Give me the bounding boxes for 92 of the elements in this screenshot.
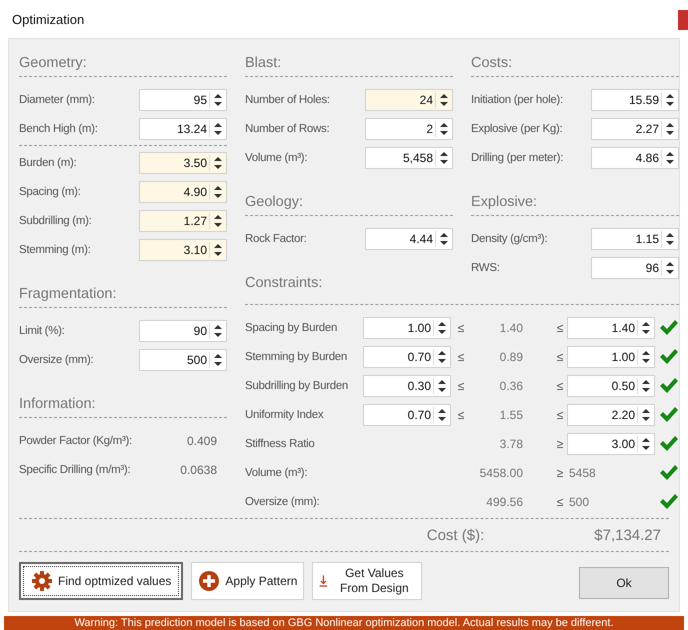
warning-bar: Warning: This prediction model is based on GBG Nonlinear optimization model. Actual results may be different.	[4, 616, 684, 630]
section-heading: Explosive:	[471, 194, 538, 210]
field-label: RWS:	[471, 262, 500, 274]
constraint-label: Spacing by Burden	[245, 322, 338, 334]
field-label: Oversize (mm):	[19, 354, 94, 366]
number-field[interactable]: 2	[365, 118, 453, 140]
cost-label: Cost ($):	[426, 526, 484, 544]
relation-sign: ≤	[456, 320, 466, 334]
gear-icon	[31, 570, 53, 592]
number-field[interactable]: 3.10	[139, 238, 227, 260]
number-field[interactable]: 500	[139, 348, 227, 370]
constraint-label: Stemming by Burden	[245, 350, 348, 362]
number-field[interactable]: 4.86	[591, 146, 679, 168]
field-label: Stemming (m):	[19, 244, 90, 256]
field-label: Spacing (m):	[19, 186, 81, 198]
constraint-label: Subdrilling by Burden	[245, 380, 350, 392]
field-label: Bench High (m):	[19, 122, 98, 134]
field-label: Number of Holes:	[245, 94, 330, 106]
info-label: Specific Drilling (m/m³):	[19, 464, 130, 476]
number-field[interactable]: 0.30	[363, 374, 451, 396]
number-field[interactable]: 5,458	[365, 146, 453, 168]
number-field[interactable]: 3.00	[567, 432, 655, 454]
relation-sign: ≥	[556, 466, 564, 480]
action-button[interactable]: Get Values From Design	[312, 562, 422, 600]
field-label: Initiation (per hole):	[471, 94, 563, 106]
constraint-value: 5458.00	[478, 466, 523, 480]
section-heading: Constraints:	[245, 275, 322, 291]
window-title: Optimization	[12, 12, 84, 26]
ok-button[interactable]: Ok	[579, 567, 669, 599]
relation-sign: ≤	[556, 378, 564, 392]
number-field[interactable]: 96	[591, 256, 679, 278]
relation-sign: ≤	[556, 494, 564, 508]
field-label: Rock Factor:	[245, 232, 307, 244]
relation-sign: ≤	[456, 350, 466, 364]
constraint-label: Stiffness Ratio	[245, 438, 316, 450]
constraint-value: 1.40	[498, 320, 523, 334]
number-field[interactable]: 4.90	[139, 180, 227, 202]
field-label: Limit (%):	[19, 324, 65, 336]
number-field[interactable]: 90	[139, 320, 227, 342]
relation-sign: ≤	[556, 320, 564, 334]
number-field[interactable]: 13.24	[139, 118, 227, 140]
info-value: 0.0638	[180, 462, 217, 476]
number-field[interactable]: 15.59	[591, 88, 679, 110]
number-field[interactable]: 1.40	[567, 316, 655, 338]
action-button[interactable]: Apply Pattern	[191, 562, 304, 600]
info-value: 0.409	[186, 434, 217, 448]
number-field[interactable]: 1.00	[567, 346, 655, 368]
field-label: Explosive (per Kg):	[471, 122, 562, 134]
field-label: Density (g/cm³):	[471, 232, 548, 244]
number-field[interactable]: 2.20	[567, 404, 655, 426]
number-field[interactable]: 2.27	[591, 118, 679, 140]
number-field[interactable]: 24	[365, 88, 453, 110]
field-label: Drilling (per meter):	[471, 152, 564, 164]
number-field[interactable]: 3.50	[139, 152, 227, 174]
field-label: Number of Rows:	[245, 122, 330, 134]
section-heading: Costs:	[471, 55, 512, 71]
section-heading: Geometry:	[19, 55, 87, 71]
field-label: Burden (m):	[19, 156, 76, 168]
number-field[interactable]: 0.50	[567, 374, 655, 396]
number-field[interactable]: 1.00	[363, 316, 451, 338]
section-heading: Fragmentation:	[19, 286, 117, 302]
number-field[interactable]: 1.15	[591, 228, 679, 250]
constraint-label: Uniformity Index	[245, 408, 324, 420]
constraint-value: 499.56	[485, 494, 523, 508]
number-field[interactable]: 4.44	[365, 228, 453, 250]
constraint-label: Volume (m³):	[245, 466, 308, 478]
constraint-value: 0.89	[498, 350, 523, 364]
constraint-label: Oversize (mm):	[245, 496, 320, 508]
section-heading: Information:	[19, 396, 96, 412]
constraint-limit: 500	[568, 494, 590, 508]
number-field[interactable]: 1.27	[139, 210, 227, 232]
relation-sign: ≤	[456, 408, 466, 422]
constraint-value: 0.36	[498, 378, 523, 392]
cost-value: $7,134.27	[594, 526, 661, 544]
relation-sign: ≤	[556, 350, 564, 364]
info-label: Powder Factor (Kg/m³):	[19, 434, 132, 446]
section-heading: Blast:	[245, 55, 282, 71]
field-label: Subdrilling (m):	[19, 214, 92, 226]
number-field[interactable]: 95	[139, 88, 227, 110]
field-label: Volume (m³):	[245, 152, 308, 164]
number-field[interactable]: 0.70	[363, 346, 451, 368]
constraint-value: 3.78	[498, 436, 523, 450]
action-button[interactable]: Find optmized values	[19, 562, 184, 600]
plus-circle-icon	[198, 570, 220, 592]
constraint-limit: 5458	[568, 466, 597, 480]
field-label: Diameter (mm):	[19, 94, 95, 106]
number-field[interactable]: 0.70	[363, 404, 451, 426]
constraint-value: 1.55	[498, 408, 523, 422]
section-heading: Geology:	[245, 194, 304, 210]
relation-sign: ≤	[456, 378, 466, 392]
relation-sign: ≥	[556, 436, 564, 450]
relation-sign: ≤	[556, 408, 564, 422]
